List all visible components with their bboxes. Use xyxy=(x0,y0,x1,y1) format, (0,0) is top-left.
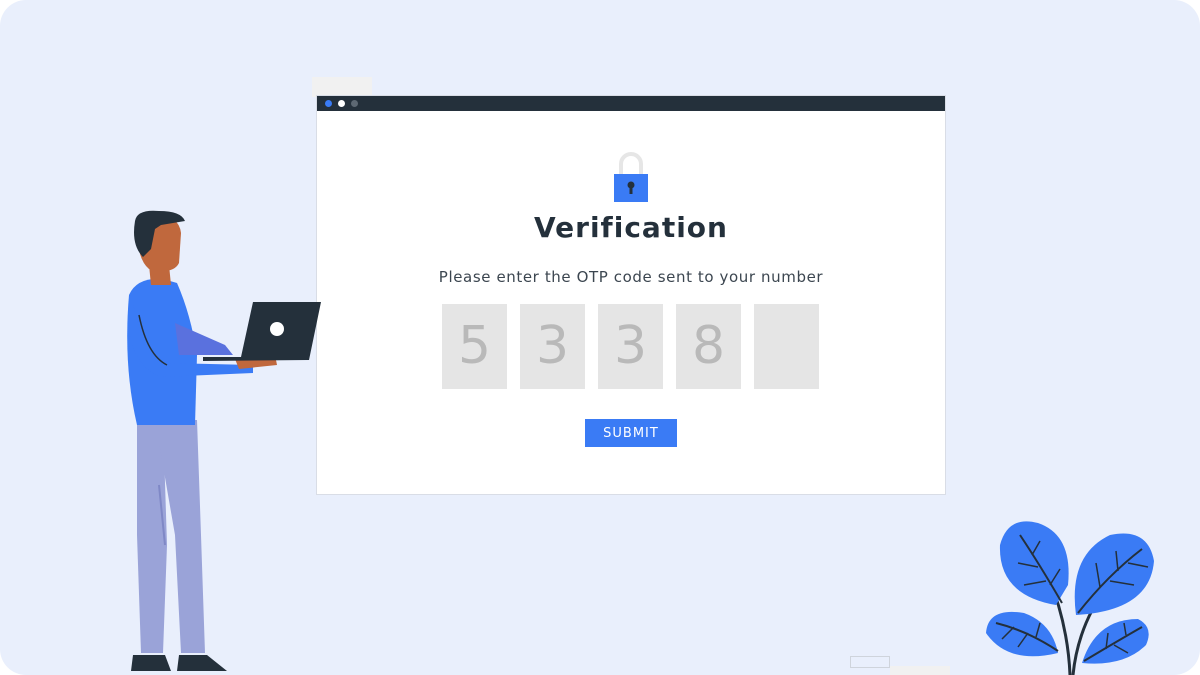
background-decoration xyxy=(890,666,950,675)
background-decoration xyxy=(850,656,890,668)
window-titlebar xyxy=(317,96,945,111)
window-dot-icon[interactable] xyxy=(351,100,358,107)
submit-button[interactable]: SUBMIT xyxy=(585,419,677,447)
otp-digit-input[interactable]: 3 xyxy=(520,304,585,389)
window-dot-icon[interactable] xyxy=(325,100,332,107)
otp-digit-input[interactable] xyxy=(754,304,819,389)
page-title: Verification xyxy=(534,211,728,244)
otp-instructions: Please enter the OTP code sent to your n… xyxy=(438,268,824,286)
otp-digit-input[interactable]: 5 xyxy=(442,304,507,389)
otp-digit-input[interactable]: 8 xyxy=(676,304,741,389)
browser-window: Verification Please enter the OTP code s… xyxy=(317,96,945,494)
otp-input-group: 5 3 3 8 xyxy=(442,304,819,389)
otp-digit-input[interactable]: 3 xyxy=(598,304,663,389)
background-decoration xyxy=(312,77,372,97)
padlock-icon xyxy=(614,152,648,202)
plant-illustration xyxy=(986,521,1154,675)
window-dot-icon[interactable] xyxy=(338,100,345,107)
person-with-laptop-illustration xyxy=(127,210,321,671)
illustration-canvas: Verification Please enter the OTP code s… xyxy=(0,0,1200,675)
